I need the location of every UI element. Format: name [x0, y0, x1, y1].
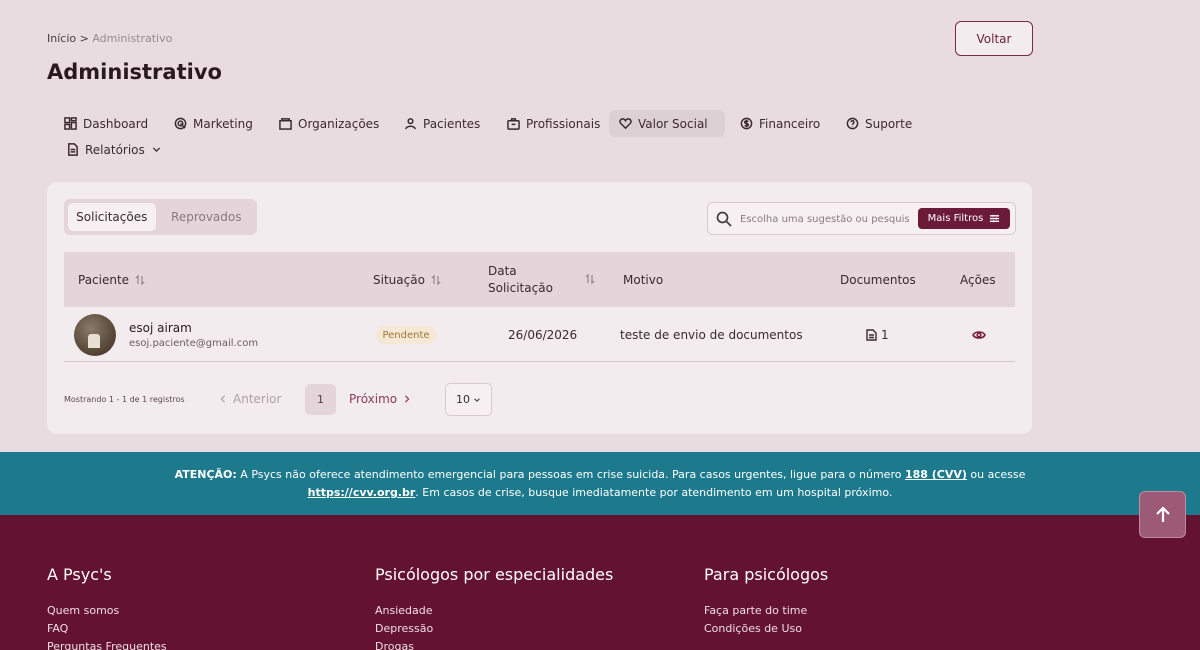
footer-link[interactable]: Ansiedade	[375, 602, 613, 620]
filter-sliders-icon	[990, 214, 1000, 223]
footer: A Psyc's Quem somos FAQ Perguntas Freque…	[0, 515, 1200, 650]
footer-col-specialties: Psicólogos por especialidades Ansiedade …	[375, 565, 613, 650]
chevron-right-icon	[405, 395, 410, 403]
tab-rejected[interactable]: Reprovados	[160, 203, 253, 231]
nav-social-value-label: Valor Social	[638, 116, 708, 131]
footer-col-psychologists: Para psicólogos Faça parte do time Condi…	[704, 565, 828, 638]
support-icon	[846, 117, 859, 130]
nav-reports[interactable]: Relatórios	[56, 136, 172, 163]
page-title: Administrativo	[47, 60, 222, 84]
user-icon	[405, 118, 416, 130]
nav-dashboard[interactable]: Dashboard	[54, 110, 158, 137]
header-actions: Ações	[960, 272, 996, 287]
nav-marketing-label: Marketing	[193, 116, 253, 131]
more-filters-button[interactable]: Mais Filtros	[918, 208, 1010, 229]
header-documents: Documentos	[840, 272, 916, 287]
main-area: Início > Administrativo Administrativo V…	[0, 0, 1200, 452]
patient-email: esoj.paciente@gmail.com	[129, 338, 259, 349]
footer-title: Psicólogos por especialidades	[375, 565, 614, 584]
nav-professionals[interactable]: Profissionais	[497, 110, 610, 137]
nav-professionals-label: Profissionais	[526, 116, 601, 131]
cvv-phone-link[interactable]: 188 (CVV)	[905, 468, 967, 481]
avatar	[74, 314, 116, 356]
tab-group: Solicitações Reprovados	[64, 199, 257, 235]
nav-social-value[interactable]: Valor Social	[609, 110, 725, 137]
nav-dashboard-label: Dashboard	[83, 116, 149, 131]
request-date: 26/06/2026	[508, 327, 578, 342]
dollar-icon	[740, 117, 753, 130]
sort-icon	[135, 273, 145, 286]
cvv-site-link[interactable]: https://cvv.org.br	[308, 486, 416, 499]
header-date[interactable]: Data Solicitação	[488, 252, 553, 307]
search-box: Mais Filtros	[707, 202, 1016, 235]
nav-reports-label: Relatórios	[85, 142, 145, 157]
footer-link[interactable]: Condições de Uso	[704, 620, 828, 638]
sort-icon[interactable]	[584, 273, 596, 285]
arrow-up-icon	[1155, 505, 1170, 522]
footer-link[interactable]: Perguntas Frequentes	[47, 638, 167, 650]
search-icon	[716, 211, 732, 227]
footer-title: Para psicólogos	[704, 565, 829, 584]
nav-organizations[interactable]: Organizações	[269, 110, 389, 137]
prev-page-button[interactable]: Anterior	[219, 392, 281, 406]
nav-patients[interactable]: Pacientes	[394, 110, 490, 137]
header-reason: Motivo	[623, 272, 664, 287]
footer-link[interactable]: Drogas	[375, 638, 613, 650]
nav-support[interactable]: Suporte	[836, 110, 922, 137]
nav-support-label: Suporte	[865, 116, 913, 131]
pagination: Mostrando 1 - 1 de 1 registros Anterior …	[64, 382, 1015, 416]
footer-link[interactable]: Depressão	[375, 620, 613, 638]
warning-label: ATENÇÃO:	[174, 468, 237, 481]
briefcase-icon	[507, 118, 520, 130]
documents-count[interactable]: 1	[866, 307, 889, 362]
records-count: Mostrando 1 - 1 de 1 registros	[64, 395, 185, 404]
header-patient[interactable]: Paciente	[78, 252, 146, 307]
breadcrumb: Início > Administrativo	[47, 32, 173, 45]
heart-icon	[619, 118, 632, 130]
next-page-button[interactable]: Próximo	[349, 392, 411, 406]
table-header: Paciente Situação Data Solicitação Motiv…	[64, 252, 1015, 307]
table-row: esoj airam esoj.paciente@gmail.com Pende…	[64, 307, 1015, 362]
chevron-down-icon	[474, 397, 480, 402]
document-icon	[866, 328, 877, 341]
requests-card: Solicitações Reprovados Mais Filtros Pac…	[47, 182, 1032, 434]
tab-requests[interactable]: Solicitações	[68, 203, 156, 231]
nav-patients-label: Pacientes	[423, 116, 481, 131]
patient-name: esoj airam	[129, 321, 192, 335]
nav-financial[interactable]: Financeiro	[730, 110, 830, 137]
emergency-warning: ATENÇÃO: A Psycs não oferece atendimento…	[0, 452, 1200, 515]
per-page-select[interactable]: 10	[445, 383, 492, 416]
nav-financial-label: Financeiro	[759, 116, 821, 131]
header-status[interactable]: Situação	[373, 252, 442, 307]
footer-link[interactable]: Faça parte do time	[704, 602, 828, 620]
search-input[interactable]	[740, 210, 910, 228]
footer-link[interactable]: FAQ	[47, 620, 167, 638]
breadcrumb-home[interactable]: Início	[47, 32, 76, 45]
sort-icon	[431, 273, 441, 286]
status-badge: Pendente	[376, 326, 436, 344]
report-icon	[68, 143, 78, 156]
page-1-button[interactable]: 1	[305, 384, 336, 415]
view-button[interactable]	[972, 307, 986, 362]
breadcrumb-current: Administrativo	[92, 32, 173, 45]
chevron-left-icon	[220, 395, 226, 403]
nav-organizations-label: Organizações	[298, 116, 380, 131]
request-reason: teste de envio de documentos	[620, 327, 803, 342]
eye-icon	[972, 330, 986, 339]
chevron-down-icon	[152, 147, 160, 152]
dashboard-icon	[64, 117, 77, 130]
nav-marketing[interactable]: Marketing	[164, 110, 263, 137]
organizations-icon	[279, 118, 292, 130]
marketing-icon	[174, 117, 187, 130]
more-filters-label: Mais Filtros	[927, 213, 984, 224]
footer-link[interactable]: Quem somos	[47, 602, 167, 620]
footer-col-about: A Psyc's Quem somos FAQ Perguntas Freque…	[47, 565, 167, 650]
scroll-to-top-button[interactable]	[1139, 491, 1186, 538]
back-button[interactable]: Voltar	[955, 21, 1033, 56]
footer-title: A Psyc's	[47, 565, 112, 584]
